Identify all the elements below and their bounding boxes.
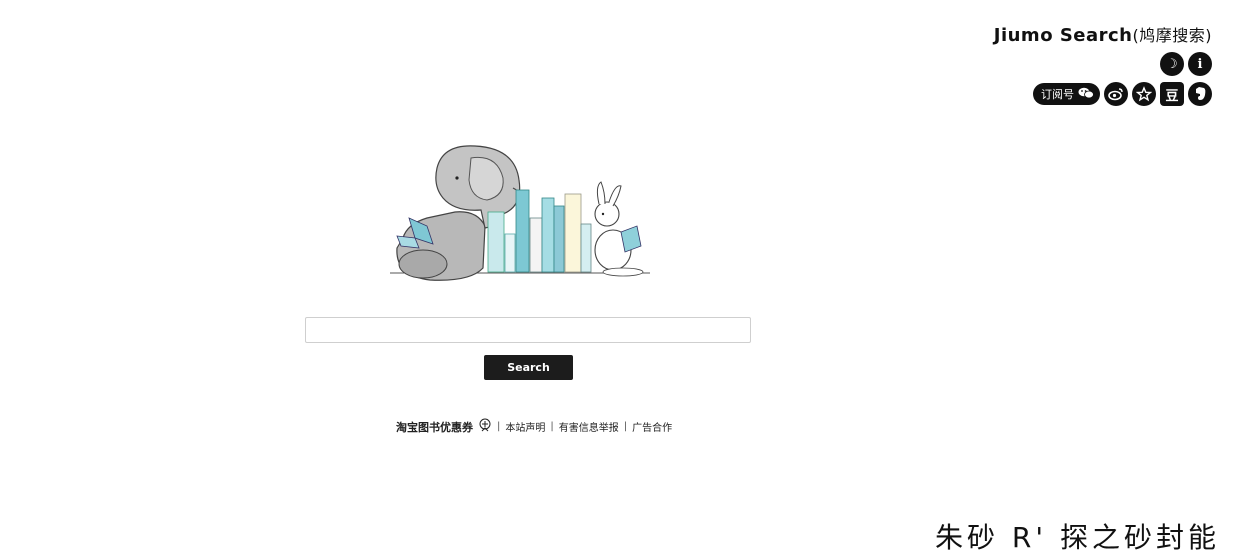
footer-link-advertising[interactable]: 广告合作 [632,419,672,434]
separator: | [550,421,554,432]
top-icon-row: ☽ i [1160,52,1212,76]
evernote-icon[interactable] [1188,82,1212,106]
footer-link-report[interactable]: 有害信息举报 [559,419,619,434]
gift-icon[interactable] [478,418,492,435]
coupon-link[interactable]: 淘宝图书优惠券 [396,419,473,435]
brand-title[interactable]: Jiumo Search(鸠摩搜索) [994,22,1212,46]
bottom-cutoff-text: 朱砂 R' 探之砂封能 [935,521,1220,554]
footer-link-disclaimer[interactable]: 本站声明 [505,419,545,434]
wechat-icon [1078,87,1094,102]
brand-name: Jiumo Search [993,25,1133,46]
moon-icon[interactable]: ☽ [1160,52,1184,76]
star-icon[interactable] [1132,82,1156,106]
search-input[interactable] [305,317,751,343]
info-icon[interactable]: i [1188,52,1212,76]
douban-icon[interactable]: 豆 [1160,82,1184,106]
weibo-icon[interactable] [1104,82,1128,106]
footer-links: 淘宝图书优惠券 | 本站声明 | 有害信息举报 | 广告合作 [396,418,672,435]
brand-subtitle: (鸠摩搜索) [1132,26,1212,45]
subscribe-label: 订阅号 [1041,88,1074,101]
separator: | [497,421,501,432]
social-icon-row: 订阅号 豆 [1033,82,1212,106]
separator: | [623,421,628,432]
subscribe-button[interactable]: 订阅号 [1033,83,1100,105]
elephant-rabbit-books-illustration [385,138,655,288]
search-button[interactable]: Search [484,355,573,380]
